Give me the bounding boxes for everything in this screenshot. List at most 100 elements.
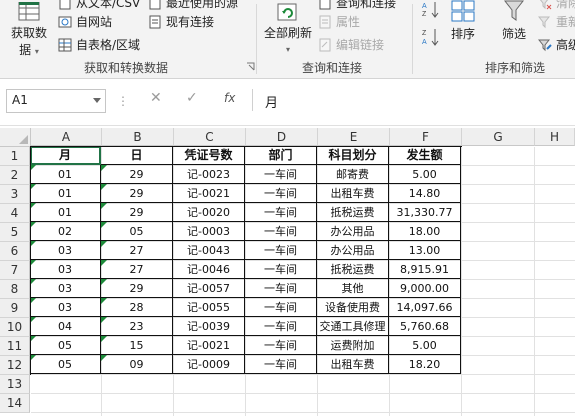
table-cell[interactable]: 14,097.66 [389,298,461,317]
header-cell[interactable]: 日 [101,146,173,165]
table-cell[interactable]: 一车间 [245,355,317,374]
table-cell[interactable]: 9,000.00 [389,279,461,298]
table-cell[interactable]: 13.00 [389,241,461,260]
table-cell[interactable]: 一车间 [245,336,317,355]
clear-filter-button[interactable]: 清除 [538,0,575,11]
advanced-filter-button[interactable]: 高级 [538,36,575,53]
column-header-g[interactable]: G [462,128,535,146]
row-header-14[interactable]: 14 [0,394,30,413]
column-header-a[interactable]: A [31,128,102,146]
table-cell[interactable]: 31,330.77 [389,203,461,222]
table-cell[interactable]: 03 [30,241,101,260]
table-cell[interactable]: 5.00 [389,336,461,355]
table-cell[interactable]: 23 [101,317,173,336]
table-cell[interactable]: 记-0057 [173,279,245,298]
table-cell[interactable]: 05 [30,355,101,374]
formula-bar-grip-icon[interactable]: ⋮ [117,94,129,108]
reapply-button[interactable]: 重新 [538,13,575,30]
table-cell[interactable]: 记-0003 [173,222,245,241]
table-cell[interactable]: 记-0009 [173,355,245,374]
table-cell[interactable]: 01 [30,184,101,203]
sort-ascending-button[interactable]: A Z [420,0,442,20]
header-cell[interactable]: 凭证号数 [173,146,245,165]
table-cell[interactable]: 记-0021 [173,184,245,203]
table-cell[interactable]: 记-0046 [173,260,245,279]
table-cell[interactable]: 27 [101,241,173,260]
table-cell[interactable]: 01 [30,165,101,184]
existing-connections-button[interactable]: 现有连接 [148,13,214,30]
table-cell[interactable]: 28 [101,298,173,317]
table-cell[interactable]: 09 [101,355,173,374]
header-cell[interactable]: 科目划分 [317,146,389,165]
table-cell[interactable]: 运费附加 [317,336,389,355]
queries-connections-button[interactable]: 查询和连接 [318,0,396,11]
table-cell[interactable]: 29 [101,279,173,298]
table-cell[interactable]: 15 [101,336,173,355]
table-cell[interactable]: 一车间 [245,317,317,336]
header-cell[interactable]: 部门 [245,146,317,165]
filter-button[interactable]: 筛选 [496,0,532,42]
from-web-button[interactable]: 自网站 [58,13,112,30]
table-cell[interactable]: 一车间 [245,165,317,184]
table-cell[interactable]: 29 [101,203,173,222]
from-text-csv-button[interactable]: 从文本/CSV [58,0,140,11]
table-cell[interactable]: 一车间 [245,203,317,222]
table-cell[interactable]: 18.00 [389,222,461,241]
table-cell[interactable]: 设备使用费 [317,298,389,317]
row-header-9[interactable]: 9 [0,299,30,318]
table-cell[interactable]: 抵税运费 [317,203,389,222]
get-data-button[interactable]: 获取数 据 ▾ [6,2,52,58]
table-cell[interactable]: 一车间 [245,222,317,241]
row-header-2[interactable]: 2 [0,166,30,185]
row-header-5[interactable]: 5 [0,223,30,242]
table-cell[interactable]: 05 [30,336,101,355]
insert-function-button[interactable]: fx [224,91,235,105]
row-header-1[interactable]: 1 [0,147,30,166]
row-header-7[interactable]: 7 [0,261,30,280]
table-cell[interactable]: 27 [101,260,173,279]
table-cell[interactable]: 05 [101,222,173,241]
name-box[interactable]: A1 [6,89,106,113]
table-cell[interactable]: 邮寄费 [317,165,389,184]
table-cell[interactable]: 抵税运费 [317,260,389,279]
table-cell[interactable]: 记-0043 [173,241,245,260]
table-cell[interactable]: 其他 [317,279,389,298]
row-header-10[interactable]: 10 [0,318,30,337]
row-header-8[interactable]: 8 [0,280,30,299]
row-header-6[interactable]: 6 [0,242,30,261]
table-cell[interactable]: 一车间 [245,260,317,279]
column-header-d[interactable]: D [246,128,318,146]
recent-sources-button[interactable]: 最近使用的源 [148,0,238,11]
table-cell[interactable]: 办公用品 [317,222,389,241]
name-box-dropdown-icon[interactable] [93,98,101,103]
table-cell[interactable]: 办公用品 [317,241,389,260]
table-cell[interactable]: 记-0055 [173,298,245,317]
enter-icon[interactable]: ✓ [186,90,198,106]
row-header-4[interactable]: 4 [0,204,30,223]
column-header-b[interactable]: B [102,128,174,146]
table-cell[interactable]: 记-0020 [173,203,245,222]
table-cell[interactable]: 04 [30,317,101,336]
table-cell[interactable]: 一车间 [245,279,317,298]
table-cell[interactable]: 交通工具修理 [317,317,389,336]
formula-input[interactable]: 月 [252,89,575,111]
table-cell[interactable]: 18.20 [389,355,461,374]
from-table-button[interactable]: 自表格/区域 [58,36,140,53]
row-header-12[interactable]: 12 [0,356,30,375]
column-header-h[interactable]: H [535,128,575,146]
row-header-13[interactable]: 13 [0,375,30,394]
table-cell[interactable]: 5,760.68 [389,317,461,336]
table-cell[interactable]: 一车间 [245,298,317,317]
sort-button[interactable]: 排序 [446,0,480,42]
table-cell[interactable]: 02 [30,222,101,241]
table-cell[interactable]: 一车间 [245,184,317,203]
table-cell[interactable]: 出租车费 [317,355,389,374]
group-expander-icon[interactable] [246,62,255,71]
sort-descending-button[interactable]: Z A [420,26,442,48]
row-header-11[interactable]: 11 [0,337,30,356]
column-header-c[interactable]: C [174,128,246,146]
table-cell[interactable]: 29 [101,184,173,203]
table-cell[interactable]: 03 [30,298,101,317]
table-cell[interactable]: 一车间 [245,241,317,260]
header-cell[interactable]: 月 [30,146,101,165]
